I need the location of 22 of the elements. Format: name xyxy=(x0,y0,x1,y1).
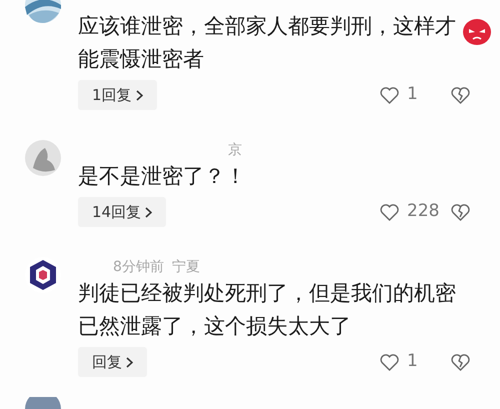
replies-button[interactable]: 回复 xyxy=(78,347,147,377)
comment-text: 判徒已经被判处死刑了，但是我们的机密已然泄露了，这个损失太大了 xyxy=(78,281,456,338)
like-count: 1 xyxy=(407,83,419,106)
chevron-icon xyxy=(126,356,133,368)
broken-heart-icon[interactable] xyxy=(451,86,470,104)
comment-meta: 宁夏 xyxy=(172,260,200,274)
comment-text: 应该谁泄密，全部家人都要判刑，这样才能震慑泄密者 xyxy=(78,14,456,71)
like-count: 1 xyxy=(407,350,419,374)
replies-button[interactable]: 1回复 xyxy=(78,80,157,110)
angry-face-icon xyxy=(463,18,491,44)
comment-text: 是不是泄密了？！ xyxy=(78,164,246,188)
comment-meta: 京 xyxy=(228,143,242,157)
heart-icon[interactable] xyxy=(380,204,399,220)
broken-heart-icon[interactable] xyxy=(451,204,470,220)
broken-heart-icon[interactable] xyxy=(451,354,470,370)
replies-button[interactable]: 14回复 xyxy=(78,197,166,227)
heart-icon[interactable] xyxy=(380,354,399,370)
chevron-icon xyxy=(136,90,143,100)
like-count: 228 xyxy=(407,200,440,224)
chevron-icon xyxy=(145,206,152,218)
comment-meta: 8分钟前 xyxy=(113,260,164,274)
heart-icon[interactable] xyxy=(380,86,399,104)
